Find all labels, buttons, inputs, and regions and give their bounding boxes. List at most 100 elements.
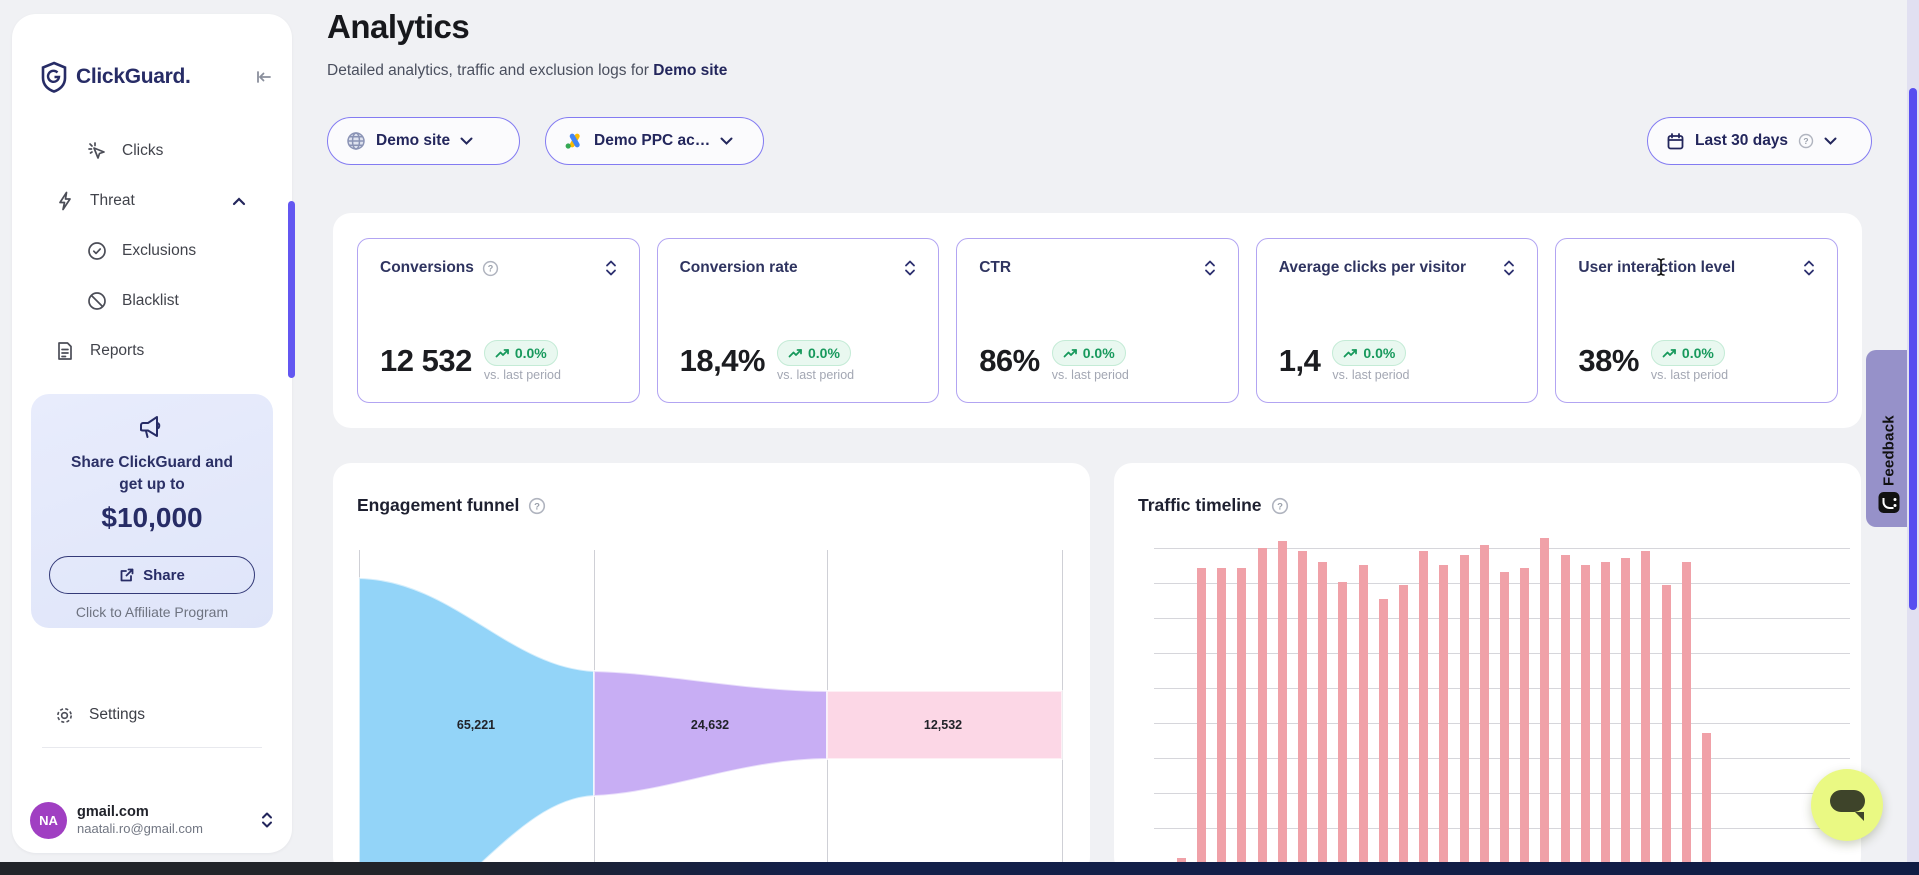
traffic-bar <box>1197 568 1206 875</box>
traffic-bar <box>1338 582 1347 875</box>
scrollbar-thumb[interactable] <box>1909 88 1917 610</box>
traffic-timeline-panel: Traffic timeline ? <box>1114 463 1861 875</box>
gear-icon <box>54 705 75 726</box>
kpi-panel: Conversions ? 12 532 0.0% vs. last perio… <box>333 213 1862 428</box>
account-name: gmail.com <box>77 803 203 821</box>
active-section-indicator <box>288 201 295 378</box>
promo-footer-text: Click to Affiliate Program <box>31 604 273 620</box>
sidebar: ClickGuard. Clicks <box>12 14 292 853</box>
traffic-bar <box>1520 568 1529 875</box>
site-filter-dropdown[interactable]: Demo site <box>327 117 520 165</box>
page-title: Analytics <box>327 8 469 46</box>
subtitle-site-name: Demo site <box>653 62 727 79</box>
chat-bubble-icon <box>1830 790 1865 812</box>
kpi-card-conversions: Conversions ? 12 532 0.0% vs. last perio… <box>357 238 640 403</box>
kpi-compare-caption: vs. last period <box>1651 368 1728 382</box>
kpi-value: 86% <box>979 343 1040 379</box>
megaphone-icon <box>137 414 167 442</box>
badge-check-icon <box>86 240 108 262</box>
chevron-down-icon <box>720 137 733 145</box>
date-range-dropdown[interactable]: Last 30 days ? <box>1647 117 1872 165</box>
kpi-card-ctr: CTR 86% 0.0% vs. last period <box>956 238 1239 403</box>
avatar: NA <box>30 802 67 839</box>
traffic-bar <box>1540 538 1549 875</box>
feedback-tab[interactable]: Feedback <box>1866 350 1911 527</box>
metric-select-icon[interactable] <box>1803 260 1815 276</box>
globe-icon <box>346 131 366 151</box>
delta-badge: 0.0% <box>1651 340 1725 366</box>
kpi-compare-caption: vs. last period <box>484 368 561 382</box>
traffic-bar <box>1237 568 1246 875</box>
unfold-chevrons-icon <box>260 811 274 829</box>
chevron-up-icon[interactable] <box>232 197 246 206</box>
chevron-down-icon <box>460 137 473 145</box>
traffic-bar <box>1217 568 1226 875</box>
metric-select-icon[interactable] <box>1503 260 1515 276</box>
clickguard-shield-icon <box>40 61 68 93</box>
traffic-bar <box>1641 551 1650 875</box>
funnel-value-label: 12,532 <box>924 718 962 732</box>
sidebar-item-label: Settings <box>89 706 145 724</box>
feedback-logo-icon <box>1878 492 1899 513</box>
sidebar-item-label: Threat <box>90 192 135 210</box>
kpi-card-conversion-rate: Conversion rate 18,4% 0.0% vs. last peri… <box>657 238 940 403</box>
help-icon[interactable]: ? <box>482 260 499 277</box>
kpi-card-avg-clicks: Average clicks per visitor 1,4 0.0% vs. … <box>1256 238 1539 403</box>
funnel-value-label: 65,221 <box>457 718 495 732</box>
sidebar-item-blacklist[interactable]: Blacklist <box>12 276 292 326</box>
metric-select-icon[interactable] <box>605 260 617 276</box>
traffic-bar <box>1601 562 1610 875</box>
trending-up-icon <box>1662 348 1677 359</box>
delta-badge: 0.0% <box>1332 340 1406 366</box>
sidebar-item-settings[interactable]: Settings <box>12 690 292 740</box>
lightning-icon <box>54 190 76 212</box>
chat-launcher-button[interactable] <box>1811 769 1883 841</box>
sidebar-item-clicks[interactable]: Clicks <box>12 126 292 176</box>
delta-badge: 0.0% <box>1052 340 1126 366</box>
kpi-label: CTR <box>979 259 1011 277</box>
account-switcher[interactable]: NA gmail.com naatali.ro@gmail.com <box>12 784 292 856</box>
chevron-down-icon <box>1824 137 1837 145</box>
account-email: naatali.ro@gmail.com <box>77 821 203 837</box>
share-button[interactable]: Share <box>49 556 255 594</box>
sidebar-item-label: Clicks <box>122 142 163 160</box>
sidebar-item-exclusions[interactable]: Exclusions <box>12 226 292 276</box>
collapse-arrow-icon <box>254 67 274 87</box>
kpi-compare-caption: vs. last period <box>1052 368 1129 382</box>
kpi-compare-caption: vs. last period <box>1332 368 1409 382</box>
affiliate-promo-card: Share ClickGuard and get up to $10,000 S… <box>31 394 273 628</box>
sidebar-collapse-button[interactable] <box>250 63 278 91</box>
chat-bubble-tail <box>1855 812 1864 821</box>
document-icon <box>54 340 76 362</box>
brand-name: ClickGuard. <box>76 65 191 89</box>
kpi-card-interaction-level: User interaction level 38% 0.0% vs. last… <box>1555 238 1838 403</box>
help-icon[interactable]: ? <box>1798 133 1814 149</box>
sidebar-item-reports[interactable]: Reports <box>12 326 292 376</box>
ban-icon <box>86 290 108 312</box>
promo-text-line2: get up to <box>31 476 273 494</box>
text-cursor <box>1655 257 1667 277</box>
sidebar-divider <box>42 747 262 748</box>
traffic-bar <box>1480 545 1489 875</box>
kpi-label: Average clicks per visitor <box>1279 259 1466 277</box>
calendar-icon <box>1666 132 1685 151</box>
traffic-bar <box>1500 572 1509 875</box>
traffic-bar <box>1702 733 1711 875</box>
kpi-label: Conversion rate <box>680 259 798 277</box>
kpi-label: Conversions <box>380 259 474 277</box>
metric-select-icon[interactable] <box>1204 260 1216 276</box>
delta-badge: 0.0% <box>484 340 558 366</box>
ppc-filter-label: Demo PPC ac… <box>594 132 710 150</box>
ppc-account-dropdown[interactable]: Demo PPC ac… <box>545 117 764 165</box>
traffic-bars <box>1114 463 1861 875</box>
external-link-icon <box>119 567 135 583</box>
kpi-value: 12 532 <box>380 343 472 379</box>
bottom-edge-bar <box>0 862 1919 875</box>
delta-badge: 0.0% <box>777 340 851 366</box>
traffic-bar <box>1318 562 1327 875</box>
funnel-stage-engaged <box>594 671 827 796</box>
sidebar-item-threat[interactable]: Threat <box>12 176 292 226</box>
engagement-funnel-panel: Engagement funnel ? 65,221 24,632 12,532 <box>333 463 1090 875</box>
kpi-value: 38% <box>1578 343 1639 379</box>
metric-select-icon[interactable] <box>904 260 916 276</box>
